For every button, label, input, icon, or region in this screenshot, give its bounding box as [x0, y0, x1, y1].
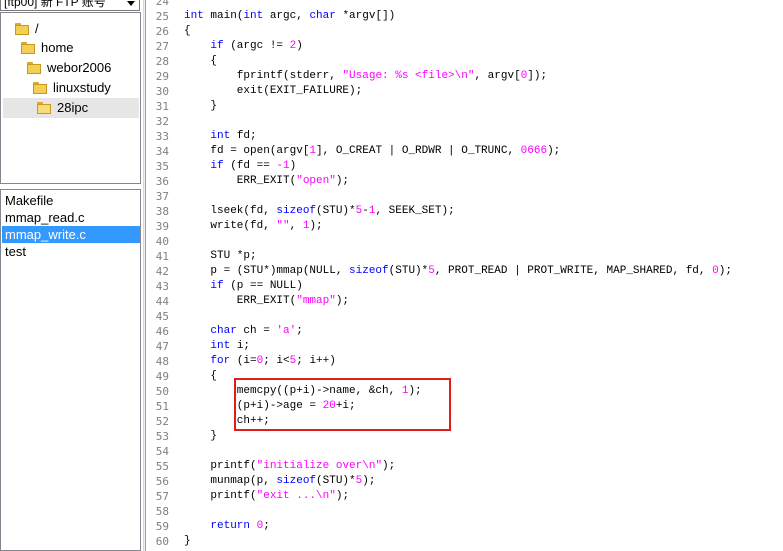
line-number: 26	[155, 25, 169, 38]
line-number: 47	[155, 340, 169, 353]
line-number: 59	[155, 520, 169, 533]
code-line: int i;	[210, 340, 251, 352]
line-number: 33	[155, 130, 169, 143]
line-number: 53	[155, 430, 169, 443]
line-number: 36	[155, 175, 169, 188]
line-number: 31	[155, 100, 169, 113]
folder-icon	[21, 42, 35, 54]
tree-item-label: 28ipc	[57, 100, 89, 115]
line-number: 57	[155, 490, 169, 503]
line-number: 51	[155, 400, 169, 413]
line-number: 38	[155, 205, 169, 218]
directory-tree: / home webor2006 linuxstudy 28ipc	[0, 12, 141, 184]
tree-item-home[interactable]: home	[21, 38, 74, 58]
tree-item-label: /	[35, 21, 39, 36]
code-line: }	[184, 535, 191, 547]
line-number: 41	[155, 250, 169, 263]
line-number: 27	[155, 40, 169, 53]
code-line: munmap(p, sizeof(STU)*5);	[184, 475, 376, 487]
code-line: for (i=0; i<5; i++)	[210, 355, 336, 367]
code-editor[interactable]: 24 25 26 27 28 29 30 31 32 33 34 35 36 37 38 39 40 41 42 43…	[146, 0, 783, 551]
line-number: 60	[155, 535, 169, 548]
code-line: exit(EXIT_FAILURE);	[184, 85, 363, 97]
folder-icon	[27, 62, 41, 74]
code-line: ERR_EXIT("open");	[184, 175, 350, 187]
line-number: 44	[155, 295, 169, 308]
file-item-test[interactable]: test	[2, 243, 140, 260]
line-number: 40	[155, 235, 169, 248]
folder-open-icon	[37, 102, 51, 114]
line-number: 30	[155, 85, 169, 98]
line-number: 56	[155, 475, 169, 488]
code-line: {	[184, 55, 218, 67]
code-line: if (p == NULL)	[210, 280, 303, 292]
file-item-mmap-read[interactable]: mmap_read.c	[2, 209, 140, 226]
line-number: 45	[155, 310, 169, 323]
code-line: char ch = 'a';	[210, 325, 303, 337]
line-number: 50	[155, 385, 169, 398]
line-number: 49	[155, 370, 169, 383]
line-number-gutter: 24 25 26 27 28 29 30 31 32 33 34 35 36 37 38 39 40 41 42 43…	[146, 0, 173, 551]
folder-icon	[15, 23, 29, 35]
tree-item-linuxstudy[interactable]: linuxstudy	[33, 78, 111, 98]
tree-item-root[interactable]: /	[15, 19, 39, 39]
file-item-makefile[interactable]: Makefile	[2, 192, 140, 209]
folder-icon	[33, 82, 47, 94]
tree-item-webor2006[interactable]: webor2006	[27, 58, 111, 78]
code-line: }	[184, 100, 218, 112]
line-number: 58	[155, 505, 169, 518]
line-number: 24	[155, 0, 169, 8]
line-number: 55	[155, 460, 169, 473]
tree-item-label: webor2006	[47, 60, 112, 75]
code-line: STU *p;	[184, 250, 257, 262]
line-number: 43	[155, 280, 169, 293]
line-number: 48	[155, 355, 169, 368]
file-item-mmap-write[interactable]: mmap_write.c	[2, 226, 140, 243]
code-line: int fd;	[210, 130, 257, 142]
tree-item-label: home	[41, 40, 74, 55]
code-line: if (argc != 2)	[210, 40, 303, 52]
line-number: 34	[155, 145, 169, 158]
line-number: 37	[155, 190, 169, 203]
highlight-box	[234, 378, 451, 431]
tree-item-label: linuxstudy	[53, 80, 111, 95]
line-number: 32	[155, 115, 169, 128]
code-line: lseek(fd, sizeof(STU)*5-1, SEEK_SET);	[184, 205, 455, 217]
code-line: fprintf(stderr, "Usage: %s <file>\n", ar…	[184, 70, 548, 82]
tree-item-28ipc[interactable]: 28ipc	[3, 98, 139, 118]
code-line: }	[184, 430, 218, 442]
chevron-down-icon[interactable]	[127, 1, 135, 6]
code-line: {	[184, 25, 191, 37]
code-line: write(fd, "", 1);	[184, 220, 323, 232]
line-number: 54	[155, 445, 169, 458]
code-line: {	[184, 370, 218, 382]
line-number: 39	[155, 220, 169, 233]
file-list: Makefile mmap_read.c mmap_write.c test	[0, 189, 141, 551]
line-number: 46	[155, 325, 169, 338]
code-line: if (fd == -1)	[210, 160, 297, 172]
account-selector-label: [ftp00] 新 FTP 账号	[4, 0, 106, 9]
code-line: fd = open(argv[1], O_CREAT | O_RDWR | O_…	[184, 145, 561, 157]
line-number: 35	[155, 160, 169, 173]
code-line: p = (STU*)mmap(NULL, sizeof(STU)*5, PROT…	[184, 265, 732, 277]
line-number: 28	[155, 55, 169, 68]
account-selector[interactable]: [ftp00] 新 FTP 账号	[0, 0, 140, 11]
line-number: 25	[155, 10, 169, 23]
line-number: 42	[155, 265, 169, 278]
left-panel: [ftp00] 新 FTP 账号 / home webor2006 linuxs…	[0, 0, 143, 551]
line-number: 52	[155, 415, 169, 428]
code-line: return 0;	[210, 520, 270, 532]
code-line: printf("initialize over\n");	[184, 460, 396, 472]
code-line: int main(int argc, char *argv[])	[184, 10, 396, 22]
code-line: printf("exit ...\n");	[184, 490, 350, 502]
line-number: 29	[155, 70, 169, 83]
code-line: ERR_EXIT("mmap");	[184, 295, 350, 307]
